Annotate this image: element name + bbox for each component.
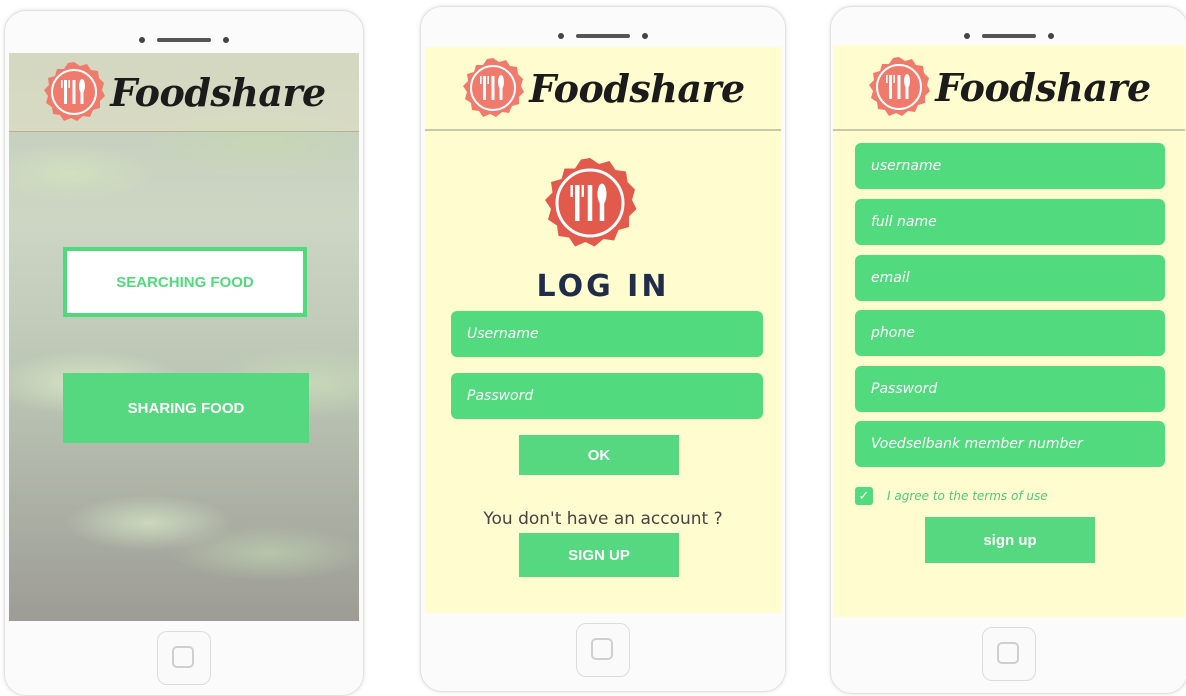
terms-row: ✓ I agree to the terms of use bbox=[855, 487, 1048, 505]
phone-home-button[interactable] bbox=[576, 623, 630, 677]
sharing-food-button[interactable]: SHARING FOOD bbox=[63, 373, 309, 443]
app-header: Foodshare bbox=[9, 53, 359, 132]
phone-field[interactable]: phone bbox=[855, 310, 1165, 356]
phone-home-button[interactable] bbox=[982, 627, 1036, 681]
email-field[interactable]: email bbox=[855, 255, 1165, 301]
checkmark-icon: ✓ bbox=[858, 488, 870, 504]
password-input[interactable]: Password bbox=[451, 373, 763, 419]
phone-speaker bbox=[964, 31, 1054, 41]
phone-frame-login: Foodshare LOG IN Username Password OK Yo… bbox=[420, 6, 786, 692]
phone-speaker bbox=[139, 35, 229, 45]
full-name-field[interactable]: full name bbox=[855, 199, 1165, 245]
logo-badge-icon bbox=[44, 62, 106, 121]
ok-button[interactable]: OK bbox=[519, 435, 679, 475]
phone-home-button[interactable] bbox=[157, 631, 211, 685]
terms-label[interactable]: I agree to the terms of use bbox=[887, 489, 1048, 503]
login-screen: Foodshare LOG IN Username Password OK Yo… bbox=[425, 47, 781, 613]
searching-food-button[interactable]: SEARCHING FOOD bbox=[63, 247, 307, 317]
home-screen: Foodshare SEARCHING FOOD SHARING FOOD bbox=[9, 53, 359, 621]
member-number-field[interactable]: Voedselbank member number bbox=[855, 421, 1165, 467]
sign-up-submit-button[interactable]: sign up bbox=[925, 517, 1095, 563]
brand-name: Foodshare bbox=[529, 65, 745, 111]
app-header: Foodshare bbox=[425, 47, 781, 131]
logo-badge-icon bbox=[869, 57, 931, 116]
home-button-icon bbox=[591, 638, 613, 660]
logo-badge-icon bbox=[463, 58, 525, 117]
phone-frame-signup: Foodshare username full name email phone… bbox=[830, 6, 1186, 694]
phone-speaker bbox=[558, 31, 648, 41]
login-title: LOG IN bbox=[536, 269, 670, 304]
sign-up-button[interactable]: SIGN UP bbox=[519, 533, 679, 577]
brand-name: Foodshare bbox=[110, 69, 326, 115]
home-button-icon bbox=[172, 646, 194, 668]
login-logo-icon bbox=[545, 158, 637, 247]
username-field[interactable]: username bbox=[855, 143, 1165, 189]
terms-checkbox[interactable]: ✓ bbox=[855, 487, 873, 505]
home-button-icon bbox=[997, 642, 1019, 664]
phone-frame-home: Foodshare SEARCHING FOOD SHARING FOOD bbox=[4, 10, 364, 696]
signup-screen: Foodshare username full name email phone… bbox=[833, 45, 1185, 617]
password-field[interactable]: Password bbox=[855, 366, 1165, 412]
username-input[interactable]: Username bbox=[451, 311, 763, 357]
app-header: Foodshare bbox=[833, 45, 1185, 131]
brand-name: Foodshare bbox=[935, 64, 1151, 110]
no-account-text: You don't have an account ? bbox=[483, 509, 723, 529]
